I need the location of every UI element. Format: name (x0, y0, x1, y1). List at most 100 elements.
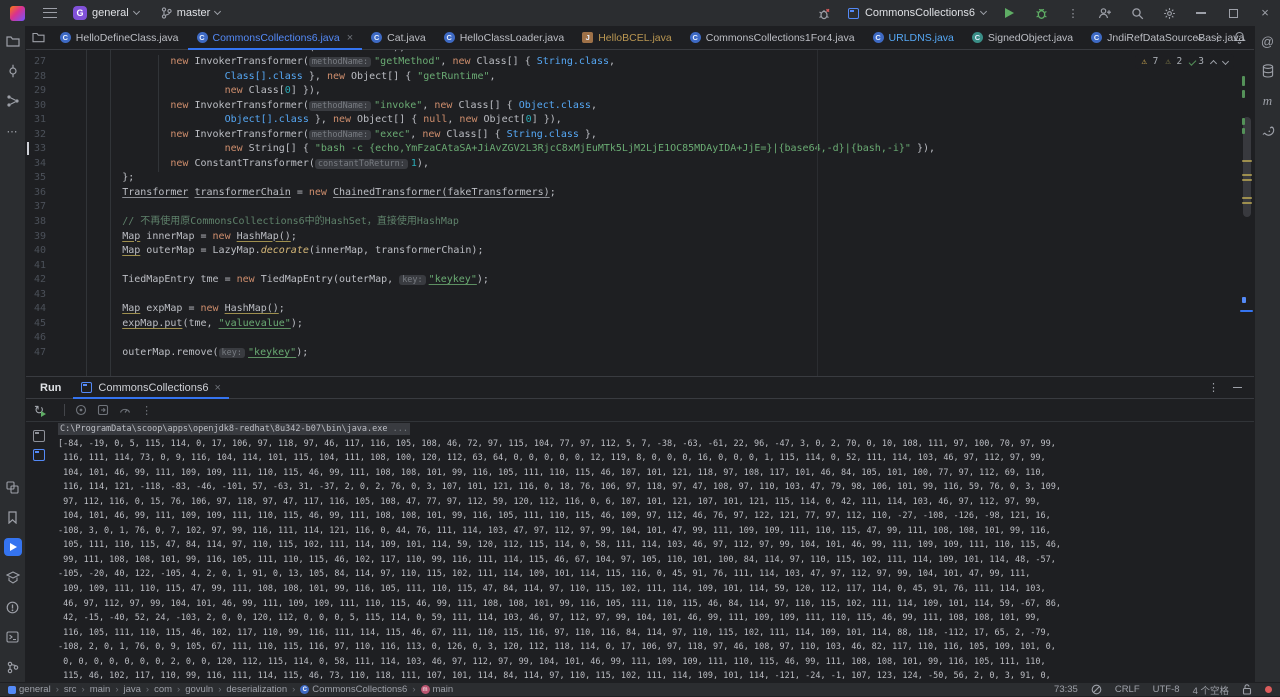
line-number[interactable]: 29 (26, 84, 46, 99)
cursor-position[interactable]: 73:35 (1054, 684, 1078, 695)
breadcrumb-item[interactable]: govuln (185, 684, 213, 695)
run-configuration-select[interactable]: CommonsCollections6 (848, 7, 986, 19)
structure-icon[interactable] (4, 92, 22, 110)
breadcrumb-item[interactable]: deserialization (226, 684, 287, 695)
editor-tab[interactable]: CHelloClassLoader.java (435, 26, 573, 49)
breadcrumb-item[interactable]: com (154, 684, 172, 695)
services-icon[interactable] (4, 478, 22, 496)
close-icon[interactable]: × (1256, 4, 1274, 22)
minimize-icon[interactable] (1192, 4, 1210, 22)
project-folder-icon[interactable] (4, 32, 22, 50)
more-icon[interactable]: ⋮ (141, 404, 152, 417)
line-number[interactable]: 33 (26, 142, 46, 157)
run-tab[interactable]: CommonsCollections6 × (73, 377, 228, 398)
hamburger-icon[interactable] (43, 8, 57, 18)
rerun-button[interactable]: ↻ (34, 403, 44, 417)
error-indicator-dot[interactable] (1265, 686, 1272, 693)
line-number[interactable]: 37 (26, 200, 46, 215)
breadcrumb-item[interactable]: main (90, 684, 111, 695)
editor-tab[interactable]: CURLDNS.java (864, 26, 963, 49)
hide-panel-icon[interactable] (1233, 387, 1242, 389)
indent-setting[interactable]: 4 个空格 (1193, 683, 1229, 697)
line-number[interactable]: 42 (26, 273, 46, 288)
code-with-me-icon[interactable] (1096, 4, 1114, 22)
folder-icon[interactable] (26, 26, 51, 49)
line-number[interactable]: 32 (26, 128, 46, 143)
breadcrumb-item[interactable]: general (8, 684, 51, 695)
restore-icon[interactable] (1224, 4, 1242, 22)
more-actions-icon[interactable]: ⋮ (1064, 4, 1082, 22)
project-widget[interactable]: G general (67, 4, 145, 22)
line-number[interactable]: 39 (26, 230, 46, 245)
bookmarks-icon[interactable] (4, 508, 22, 526)
line-separator[interactable]: CRLF (1115, 684, 1140, 695)
debug-button[interactable] (1032, 4, 1050, 22)
line-number[interactable]: 27 (26, 55, 46, 70)
code-editor[interactable]: 2728293031323334353637383940414243444546… (26, 50, 1254, 376)
editor-tab[interactable]: CCat.java (362, 26, 435, 49)
problems-icon[interactable] (4, 598, 22, 616)
search-icon[interactable] (1128, 4, 1146, 22)
branch-widget[interactable]: master (155, 5, 227, 21)
settings-gear-icon[interactable] (1160, 4, 1178, 22)
editor-tab[interactable]: CSignedObject.java (963, 26, 1082, 49)
console-side-icon-2[interactable] (33, 449, 45, 461)
line-number[interactable]: 31 (26, 113, 46, 128)
file-encoding[interactable]: UTF-8 (1153, 684, 1180, 695)
editor-tab[interactable]: CCommonsCollections6.java× (188, 26, 363, 49)
more-tools-icon[interactable]: ⋯ (4, 122, 22, 140)
gradle-icon[interactable] (1259, 122, 1277, 140)
line-number[interactable]: 30 (26, 99, 46, 114)
console-side-icon-1[interactable] (33, 430, 45, 442)
close-icon[interactable]: × (214, 382, 220, 394)
commit-icon[interactable] (4, 62, 22, 80)
line-number[interactable]: 47 (26, 346, 46, 361)
editor-gutter[interactable]: 2728293031323334353637383940414243444546… (26, 50, 50, 376)
build-icon[interactable] (4, 568, 22, 586)
console-output[interactable]: C:\ProgramData\scoop\apps\openjdk8-redha… (52, 422, 1254, 682)
terminal-icon[interactable] (4, 628, 22, 646)
breadcrumb-item[interactable]: src (64, 684, 77, 695)
close-icon[interactable]: × (347, 32, 353, 44)
breadcrumb-item[interactable]: mmain (421, 684, 454, 695)
line-number[interactable]: 38 (26, 215, 46, 230)
bug-error-icon[interactable] (816, 4, 834, 22)
breadcrumb-item[interactable]: CCommonsCollections6 (300, 684, 407, 695)
console[interactable]: C:\ProgramData\scoop\apps\openjdk8-redha… (26, 422, 1254, 682)
line-number[interactable]: 40 (26, 244, 46, 259)
line-number[interactable]: 45 (26, 317, 46, 332)
editor-scrollbar[interactable] (1240, 50, 1254, 376)
run-tool-window-icon[interactable] (4, 538, 22, 556)
console-export-icon[interactable] (97, 404, 109, 416)
line-number[interactable]: 43 (26, 288, 46, 303)
line-number[interactable]: 35 (26, 171, 46, 186)
line-number[interactable]: 44 (26, 302, 46, 317)
line-number[interactable]: 34 (26, 157, 46, 172)
more-icon[interactable]: ⋮ (1208, 381, 1219, 394)
breadcrumb[interactable]: general›src›main›java›com›govuln›deseria… (8, 684, 453, 695)
editor-tab[interactable]: JHelloBCEL.java (573, 26, 681, 49)
line-number[interactable]: 46 (26, 331, 46, 346)
console-gauge-icon[interactable] (119, 404, 131, 416)
editor-tab[interactable]: CHelloDefineClass.java (51, 26, 188, 49)
next-problem-icon[interactable] (1222, 57, 1229, 64)
console-command-line[interactable]: C:\ProgramData\scoop\apps\openjdk8-redha… (58, 422, 1254, 437)
run-button[interactable] (1000, 4, 1018, 22)
git-icon[interactable] (4, 658, 22, 676)
ai-assistant-icon[interactable]: @ (1259, 32, 1277, 50)
prev-problem-icon[interactable] (1210, 59, 1217, 66)
maven-icon[interactable]: m (1259, 92, 1277, 110)
line-number[interactable]: 36 (26, 186, 46, 201)
editor-tab[interactable]: CCommonsCollections1For4.java (681, 26, 864, 49)
line-number[interactable]: 28 (26, 70, 46, 85)
breadcrumb-item[interactable]: java (123, 684, 140, 695)
highlighting-off-icon[interactable] (1091, 684, 1102, 695)
database-icon[interactable] (1259, 62, 1277, 80)
editor-code-area[interactable]: new ConstantTransformer(Runtime.class), … (50, 50, 1254, 376)
editor-tab[interactable]: CJndiRefDataSourceBase.java (1082, 26, 1253, 49)
run-panel-title[interactable]: Run (26, 382, 73, 394)
console-history-icon[interactable] (75, 404, 87, 416)
inspections-widget[interactable]: ⚠ 7 ⚠ 2 3 (1135, 54, 1234, 69)
line-number[interactable]: 41 (26, 259, 46, 274)
lock-open-icon[interactable] (1242, 684, 1252, 695)
